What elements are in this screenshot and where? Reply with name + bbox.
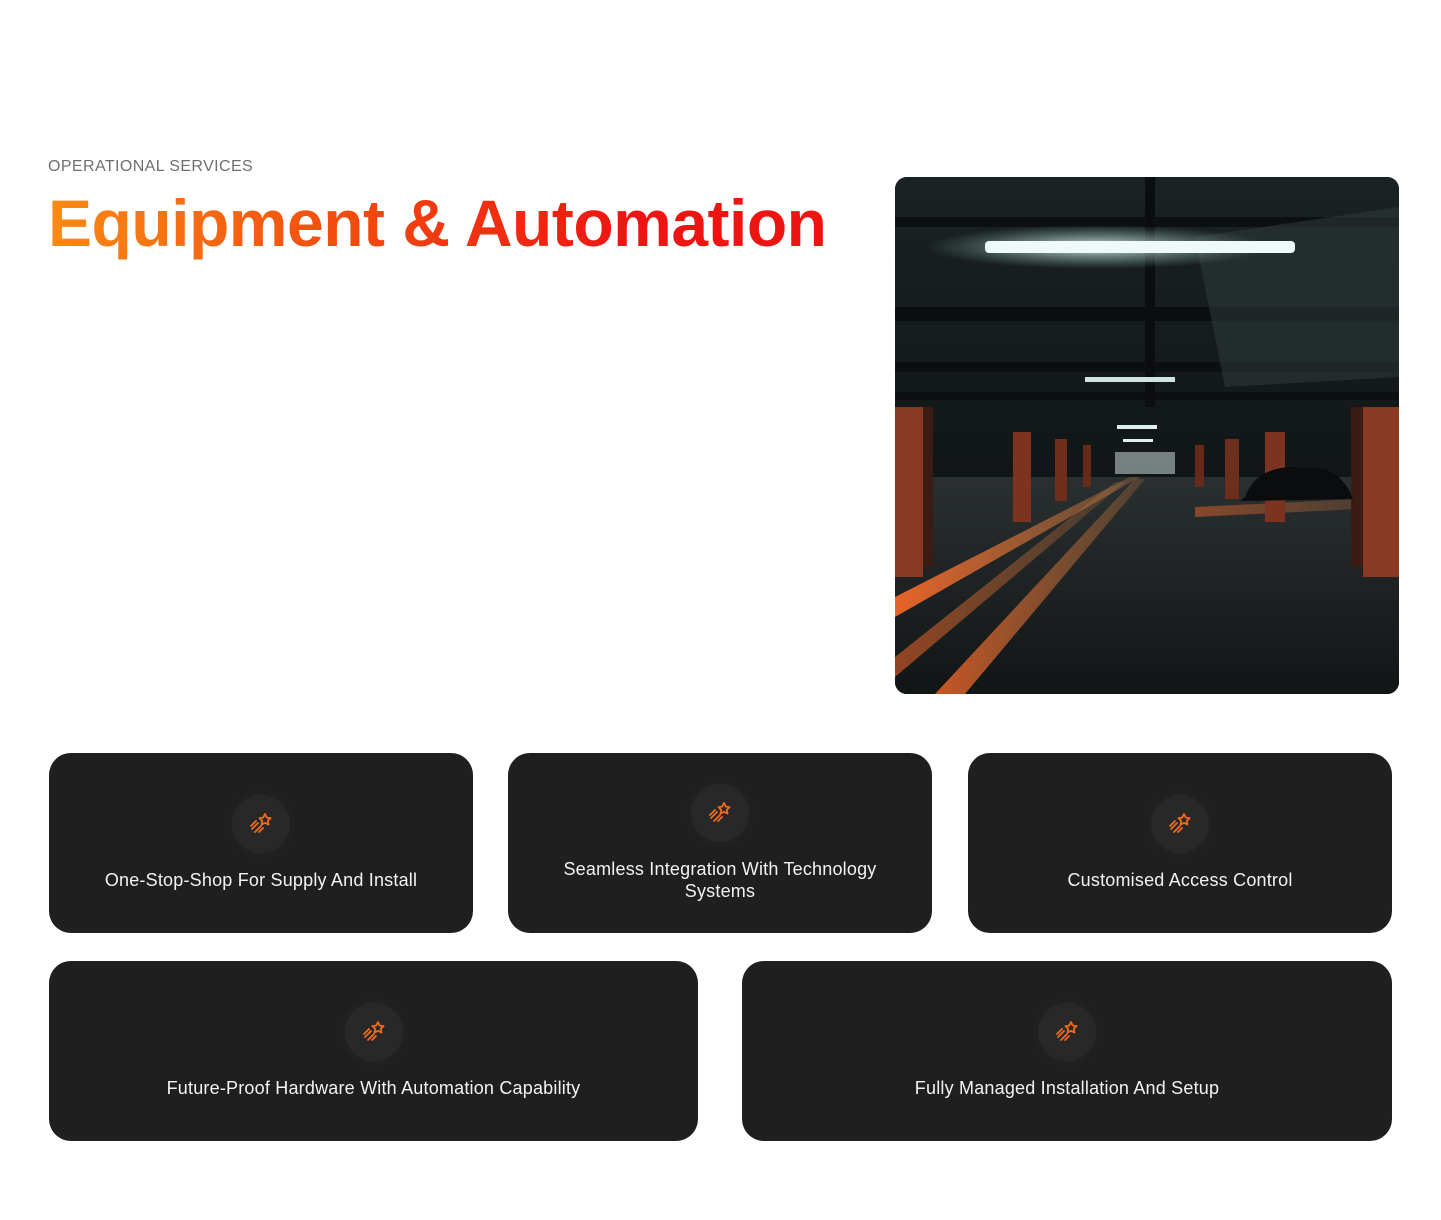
feature-card: Customised Access Control: [968, 753, 1392, 933]
feature-card: Seamless Integration With Technology Sys…: [508, 753, 932, 933]
shooting-star-icon: [344, 1003, 403, 1061]
feature-card: Future-Proof Hardware With Automation Ca…: [49, 961, 698, 1141]
section-title: Equipment & Automation: [48, 186, 827, 260]
feature-label: Fully Managed Installation And Setup: [914, 1078, 1220, 1098]
shooting-star-icon: [691, 784, 749, 842]
feature-label: Future-Proof Hardware With Automation Ca…: [166, 1078, 581, 1098]
feature-card: One-Stop-Shop For Supply And Install: [49, 753, 473, 933]
shooting-star-icon: [1151, 795, 1209, 853]
shooting-star-icon: [232, 795, 290, 853]
shooting-star-icon: [1038, 1003, 1096, 1061]
feature-card: Fully Managed Installation And Setup: [742, 961, 1392, 1141]
section-eyebrow: OPERATIONAL SERVICES: [48, 158, 254, 175]
feature-label: One-Stop-Shop For Supply And Install: [104, 870, 418, 890]
parking-garage-image: [895, 177, 1399, 694]
feature-label: Customised Access Control: [1067, 870, 1293, 890]
feature-label: Seamless Integration With Technology Sys…: [563, 859, 877, 901]
